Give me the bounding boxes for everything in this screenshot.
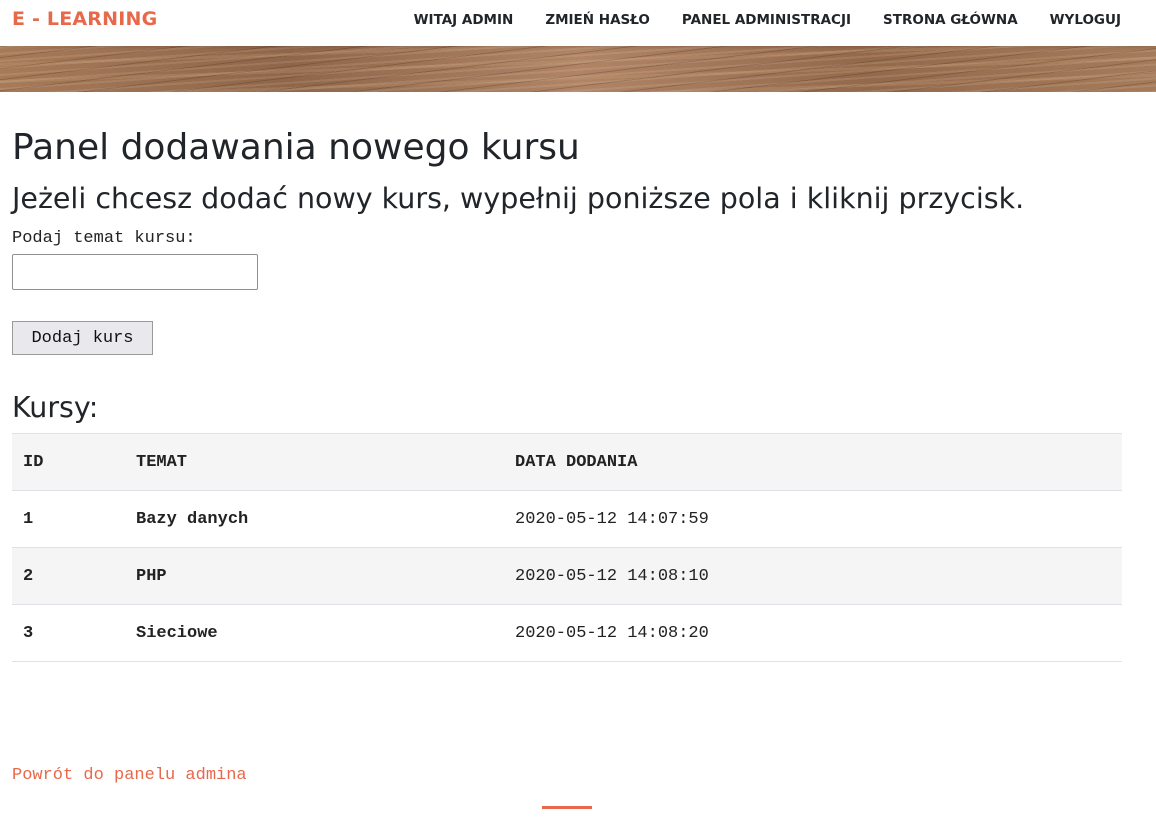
cell-id: 2 [12,547,125,605]
nav-item-logout[interactable]: WYLOGUJ [1050,12,1121,28]
nav-item-admin-panel[interactable]: PANEL ADMINISTRACJI [682,12,851,28]
table-header-row: ID TEMAT DATA DODANIA [12,433,1122,491]
cell-date-added: 2020-05-12 14:08:10 [504,547,1122,605]
top-navbar: E - LEARNING WITAJ ADMIN ZMIEŃ HASŁO PAN… [0,0,1156,46]
wood-banner [0,46,1156,92]
nav-item-welcome-admin[interactable]: WITAJ ADMIN [414,12,514,28]
page-title: Panel dodawania nowego kursu [12,127,580,168]
cell-date-added: 2020-05-12 14:07:59 [504,490,1122,548]
back-to-admin-panel-link[interactable]: Powrót do panelu admina [12,766,247,785]
brand-logo[interactable]: E - LEARNING [12,8,157,30]
header-topic: TEMAT [125,433,504,491]
header-date-added: DATA DODANIA [504,433,1122,491]
cell-date-added: 2020-05-12 14:08:20 [504,604,1122,662]
nav-item-change-password[interactable]: ZMIEŃ HASŁO [545,12,650,28]
cell-id: 3 [12,604,125,662]
page-subtitle: Jeżeli chcesz dodać nowy kurs, wypełnij … [12,182,1025,215]
nav-item-home[interactable]: STRONA GŁÓWNA [883,12,1018,28]
courses-table: ID TEMAT DATA DODANIA 1 Bazy danych 2020… [12,433,1122,662]
header-id: ID [12,433,125,491]
cell-topic: Bazy danych [125,490,504,548]
cell-topic: PHP [125,547,504,605]
table-row: 2 PHP 2020-05-12 14:08:10 [12,547,1122,605]
table-row: 3 Sieciowe 2020-05-12 14:08:20 [12,604,1122,662]
courses-heading: Kursy: [12,391,99,424]
cell-topic: Sieciowe [125,604,504,662]
topic-input[interactable] [12,254,258,290]
table-row: 1 Bazy danych 2020-05-12 14:07:59 [12,490,1122,548]
add-course-button[interactable]: Dodaj kurs [12,321,153,355]
footer-divider [542,806,592,809]
topic-label: Podaj temat kursu: [12,229,196,248]
cell-id: 1 [12,490,125,548]
nav-menu: WITAJ ADMIN ZMIEŃ HASŁO PANEL ADMINISTRA… [414,12,1121,28]
